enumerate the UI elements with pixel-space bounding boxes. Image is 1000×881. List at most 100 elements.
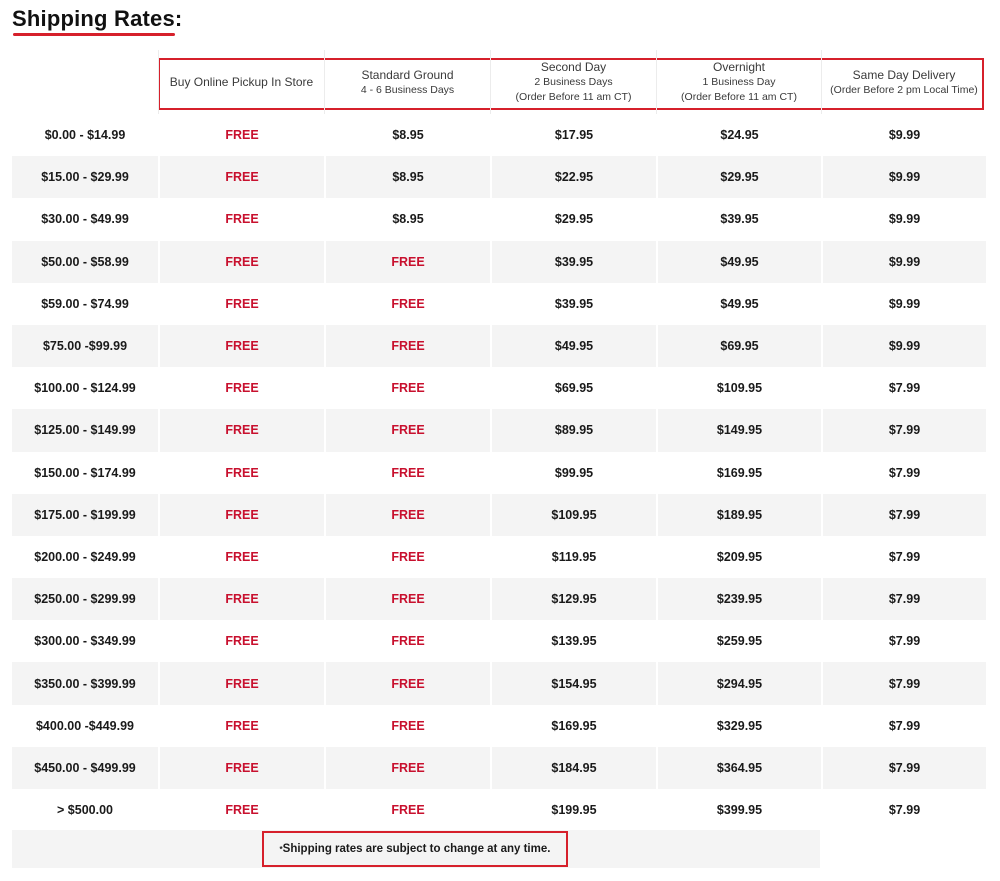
price-range-cell: $250.00 - $299.99 xyxy=(34,592,136,607)
overnight-rate-cell: $329.95 xyxy=(656,704,821,747)
second-day-rate-cell: $22.95 xyxy=(490,156,656,199)
table-row: $125.00 - $149.99 FREE FREE $89.95 $149.95 $7… xyxy=(12,409,986,452)
column-header-sublabel: 4 - 6 Business Days xyxy=(360,83,455,96)
same-day-rate-cell: $9.99 xyxy=(821,156,986,199)
same-day-rate-cell: $7.99 xyxy=(821,704,986,747)
column-header-label: Second Day xyxy=(540,60,607,74)
pickup-rate-cell: FREE xyxy=(158,704,324,747)
shipping-rates-table: $0.00 - $14.99 FREE $8.95 $17.95 $24.95 $9.99… xyxy=(12,114,986,832)
ground-rate-cell: FREE xyxy=(324,535,490,579)
same-day-rate-cell: $9.99 xyxy=(821,324,986,368)
price-range-cell: $400.00 -$449.99 xyxy=(35,718,134,733)
pickup-rate-cell: FREE xyxy=(158,409,324,452)
second-day-rate-cell: $199.95 xyxy=(490,789,656,832)
ground-rate-cell: FREE xyxy=(324,324,490,368)
table-row: $150.00 - $174.99 FREE FREE $99.95 $169.95 $7… xyxy=(12,451,986,494)
ground-rate-cell: FREE xyxy=(324,409,490,452)
page-title: Shipping Rates: xyxy=(12,6,183,31)
table-row: $400.00 -$449.99 FREE FREE $169.95 $329.95 $7… xyxy=(12,704,986,747)
pickup-rate-cell: FREE xyxy=(158,493,324,536)
second-day-rate-cell: $129.95 xyxy=(490,578,656,621)
overnight-rate-cell: $189.95 xyxy=(656,493,821,536)
overnight-rate-cell: $39.95 xyxy=(656,198,821,241)
second-day-rate-cell: $119.95 xyxy=(490,535,656,579)
overnight-rate-cell: $49.95 xyxy=(656,240,821,283)
overnight-rate-cell: $29.95 xyxy=(656,156,821,199)
pickup-rate-cell: FREE xyxy=(158,620,324,663)
table-row: $0.00 - $14.99 FREE $8.95 $17.95 $24.95 $9.99 xyxy=(12,114,986,157)
same-day-rate-cell: $9.99 xyxy=(821,114,986,157)
pickup-rate-cell: FREE xyxy=(158,789,324,832)
pickup-rate-cell: FREE xyxy=(158,240,324,283)
table-header: Buy Online Pickup In Store Standard Grou… xyxy=(12,50,986,114)
footnote-text: Shipping rates are subject to change at … xyxy=(282,843,551,855)
pickup-rate-cell: FREE xyxy=(158,282,324,325)
overnight-rate-cell: $364.95 xyxy=(656,746,821,789)
ground-rate-cell: FREE xyxy=(324,367,490,410)
second-day-rate-cell: $99.95 xyxy=(490,451,656,494)
pickup-rate-cell: FREE xyxy=(158,324,324,368)
overnight-rate-cell: $259.95 xyxy=(656,620,821,663)
pickup-rate-cell: FREE xyxy=(158,367,324,410)
second-day-rate-cell: $69.95 xyxy=(490,367,656,410)
same-day-rate-cell: $7.99 xyxy=(821,789,986,832)
ground-rate-cell: FREE xyxy=(324,282,490,325)
ground-rate-cell: $8.95 xyxy=(324,156,490,199)
ground-rate-cell: $8.95 xyxy=(324,114,490,157)
price-range-cell: $50.00 - $58.99 xyxy=(41,254,129,269)
pickup-rate-cell: FREE xyxy=(158,662,324,705)
ground-rate-cell: FREE xyxy=(324,240,490,283)
column-header-label: Standard Ground xyxy=(361,67,454,82)
table-row: $200.00 - $249.99 FREE FREE $119.95 $209.95 $… xyxy=(12,535,986,579)
same-day-rate-cell: $7.99 xyxy=(821,367,986,410)
second-day-rate-cell: $89.95 xyxy=(490,409,656,452)
price-range-cell: > $500.00 xyxy=(57,803,113,818)
column-header-sublabel: (Order Before 2 pm Local Time) xyxy=(830,83,978,96)
second-day-rate-cell: $29.95 xyxy=(490,198,656,241)
same-day-rate-cell: $7.99 xyxy=(821,451,986,494)
price-range-cell: $100.00 - $124.99 xyxy=(34,381,136,396)
overnight-rate-cell: $109.95 xyxy=(656,367,821,410)
table-row: $250.00 - $299.99 FREE FREE $129.95 $239.95 $… xyxy=(12,578,986,621)
ground-rate-cell: FREE xyxy=(324,578,490,621)
ground-rate-cell: $8.95 xyxy=(324,198,490,241)
same-day-rate-cell: $7.99 xyxy=(821,662,986,705)
column-header-pickup: Buy Online Pickup In Store xyxy=(158,50,324,114)
overnight-rate-cell: $49.95 xyxy=(656,282,821,325)
price-range-cell: $175.00 - $199.99 xyxy=(34,507,136,522)
ground-rate-cell: FREE xyxy=(324,451,490,494)
overnight-rate-cell: $69.95 xyxy=(656,324,821,368)
table-row: $300.00 - $349.99 FREE FREE $139.95 $259.95 $… xyxy=(12,620,986,663)
second-day-rate-cell: $39.95 xyxy=(490,240,656,283)
same-day-rate-cell: $9.99 xyxy=(821,282,986,325)
title-underline xyxy=(13,33,175,36)
table-row: $30.00 - $49.99 FREE $8.95 $29.95 $39.95 $9.9… xyxy=(12,198,986,241)
price-range-cell: $200.00 - $249.99 xyxy=(34,549,136,564)
pickup-rate-cell: FREE xyxy=(158,535,324,579)
same-day-rate-cell: $9.99 xyxy=(821,198,986,241)
same-day-rate-cell: $7.99 xyxy=(821,578,986,621)
pickup-rate-cell: FREE xyxy=(158,114,324,157)
same-day-rate-cell: $9.99 xyxy=(821,240,986,283)
price-range-cell: $59.00 - $74.99 xyxy=(41,296,129,311)
table-row: $15.00 - $29.99 FREE $8.95 $22.95 $29.95 $9.9… xyxy=(12,156,986,199)
table-row: $59.00 - $74.99 FREE FREE $39.95 $49.95 $9.99 xyxy=(12,282,986,325)
overnight-rate-cell: $209.95 xyxy=(656,535,821,579)
same-day-rate-cell: $7.99 xyxy=(821,620,986,663)
footnote: * Shipping rates are subject to change a… xyxy=(262,831,568,867)
pickup-rate-cell: FREE xyxy=(158,578,324,621)
second-day-rate-cell: $184.95 xyxy=(490,746,656,789)
overnight-rate-cell: $169.95 xyxy=(656,451,821,494)
pickup-rate-cell: FREE xyxy=(158,198,324,241)
table-row: $350.00 - $399.99 FREE FREE $154.95 $294.95 $… xyxy=(12,662,986,705)
same-day-rate-cell: $7.99 xyxy=(821,493,986,536)
column-header-second-day: Second Day 2 Business Days (Order Before… xyxy=(490,50,656,114)
column-header-label: Overnight xyxy=(712,60,766,74)
column-header-sublabel: (Order Before 11 am CT) xyxy=(515,91,632,103)
price-range-cell: $350.00 - $399.99 xyxy=(34,676,136,691)
ground-rate-cell: FREE xyxy=(324,662,490,705)
column-header-sublabel: 2 Business Days xyxy=(534,76,613,88)
second-day-rate-cell: $17.95 xyxy=(490,114,656,157)
overnight-rate-cell: $294.95 xyxy=(656,662,821,705)
same-day-rate-cell: $7.99 xyxy=(821,746,986,789)
